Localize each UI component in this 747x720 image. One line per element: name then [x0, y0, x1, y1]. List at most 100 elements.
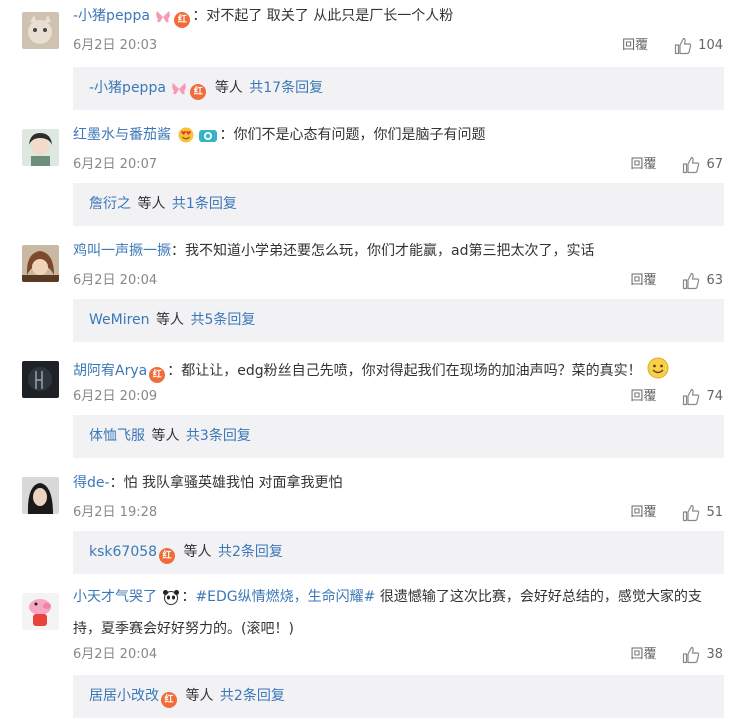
avatar[interactable] — [22, 477, 59, 514]
comment-text: ：对不起了 取关了 从此只是厂长一个人粉 — [192, 8, 454, 24]
comment-text: ：怕 我队拿骚英雄我怕 对面拿我更怕 — [109, 475, 343, 491]
like-button[interactable]: 38 — [682, 645, 723, 665]
thumbs-up-icon — [683, 504, 700, 522]
view-replies-link[interactable]: 共3条回复 — [186, 428, 251, 444]
thumbs-up-icon — [683, 156, 700, 174]
reply-user-link[interactable]: 居居小改改 — [89, 688, 159, 704]
avatar[interactable] — [22, 361, 59, 398]
comment-date: 6月2日 20:04 — [73, 647, 158, 662]
reply-summary[interactable]: 詹衍之 等人 共1条回复 — [73, 183, 724, 226]
reply-summary-text: 等人 — [185, 688, 214, 704]
comment-text: ：都让让，edg粉丝自己先喷，你对得起我们在现场的加油声吗？菜的真实！ — [167, 363, 642, 379]
comment-text: ：你们不是心态有问题，你们是脑子有问题 — [219, 127, 486, 143]
reply-summary-text: 等人 — [137, 196, 166, 212]
comment-actions: 回覆 63 — [630, 271, 723, 291]
reply-summary[interactable]: ksk67058 红 等人 共2条回复 — [73, 531, 724, 574]
avatar[interactable] — [22, 129, 59, 166]
reply-user-link[interactable]: 詹衍之 — [89, 196, 131, 212]
like-button[interactable]: 74 — [682, 387, 723, 407]
like-count: 63 — [706, 273, 723, 288]
thumbs-up-icon — [675, 37, 692, 55]
comment-line: 胡阿宥Arya 红：都让让，edg粉丝自己先喷，你对得起我们在现场的加油声吗？菜的… — [73, 357, 727, 385]
comment-item: 鸡叫一声撅一撅：我不知道小学弟还要怎么玩，你们才能赢，ad第三把太次了，实话 6… — [0, 235, 747, 351]
comment-line: 得de-：怕 我队拿骚英雄我怕 对面拿我更怕 — [73, 473, 727, 493]
comment-date: 6月2日 19:28 — [73, 505, 158, 520]
comment-text: ：我不知道小学弟还要怎么玩，你们才能赢，ad第三把太次了，实话 — [171, 243, 595, 259]
red-v-badge-icon: 红 — [149, 367, 166, 383]
comment-actions: 回覆 104 — [622, 36, 723, 56]
butterfly-icon — [171, 71, 187, 114]
thumbs-up-icon — [683, 388, 700, 406]
comment-line: 红墨水与番茄酱 ：你们不是心态有问题，你们是脑子有问题 — [73, 125, 727, 149]
red-v-badge-icon: 红 — [161, 692, 177, 708]
comment-line: -小猪peppa 红：对不起了 取关了 从此只是厂长一个人粉 — [73, 6, 727, 30]
comment-text-prefix: ： — [181, 589, 196, 605]
avatar[interactable] — [22, 245, 59, 282]
comment-item: 胡阿宥Arya 红：都让让，edg粉丝自己先喷，你对得起我们在现场的加油声吗？菜的… — [0, 351, 747, 467]
username-link[interactable]: 红墨水与番茄酱 — [73, 127, 171, 143]
panda-icon — [162, 587, 180, 615]
username-link[interactable]: -小猪peppa — [73, 8, 150, 24]
reply-button[interactable]: 回覆 — [630, 503, 656, 523]
camera-icon — [198, 127, 218, 149]
comment-item: -小猪peppa 红：对不起了 取关了 从此只是厂长一个人粉 6月2日 20:0… — [0, 0, 747, 116]
like-count: 67 — [706, 157, 723, 172]
avatar[interactable] — [22, 12, 59, 49]
comment-date: 6月2日 20:03 — [73, 38, 158, 53]
view-replies-link[interactable]: 共2条回复 — [220, 688, 285, 704]
like-button[interactable]: 104 — [674, 36, 723, 56]
view-replies-link[interactable]: 共1条回复 — [172, 196, 237, 212]
reply-button[interactable]: 回覆 — [630, 387, 656, 407]
reply-summary[interactable]: 体恤飞服 等人 共3条回复 — [73, 415, 724, 458]
view-replies-link[interactable]: 共5条回复 — [190, 312, 255, 328]
username-link[interactable]: 鸡叫一声撅一撅 — [73, 243, 171, 259]
reply-summary-text: 等人 — [214, 80, 243, 96]
butterfly-icon — [155, 10, 171, 30]
reply-summary[interactable]: WeMiren 等人 共5条回复 — [73, 299, 724, 342]
like-button[interactable]: 67 — [682, 155, 723, 175]
comment-actions: 回覆 38 — [630, 645, 723, 665]
hashtag-link[interactable]: #EDG纵情燃烧，生命闪耀# — [195, 589, 375, 605]
smile-emoji-icon — [647, 357, 669, 385]
comment-actions: 回覆 67 — [630, 155, 723, 175]
comment-item: 红墨水与番茄酱 ：你们不是心态有问题，你们是脑子有问题 6月2日 20:07 回… — [0, 119, 747, 235]
like-count: 38 — [706, 647, 723, 662]
reply-user-link[interactable]: -小猪peppa — [89, 80, 166, 96]
view-replies-link[interactable]: 共17条回复 — [249, 80, 323, 96]
view-replies-link[interactable]: 共2条回复 — [218, 544, 283, 560]
reply-user-link[interactable]: WeMiren — [89, 312, 150, 328]
username-link[interactable]: 小天才气哭了 — [73, 589, 157, 605]
red-v-badge-icon: 红 — [159, 548, 176, 564]
username-link[interactable]: 胡阿宥Arya — [73, 363, 147, 379]
reply-user-link[interactable]: 体恤飞服 — [89, 428, 145, 444]
comment-date: 6月2日 20:04 — [73, 273, 158, 288]
like-button[interactable]: 51 — [682, 503, 723, 523]
reply-button[interactable]: 回覆 — [622, 36, 648, 56]
red-v-badge-icon: 红 — [190, 84, 207, 100]
avatar[interactable] — [22, 593, 59, 630]
thumbs-up-icon — [683, 646, 700, 664]
reply-summary[interactable]: 居居小改改红 等人 共2条回复 — [73, 675, 724, 718]
comment-date: 6月2日 20:07 — [73, 157, 158, 172]
comment-item: 得de-：怕 我队拿骚英雄我怕 对面拿我更怕 6月2日 19:28 回覆 51 … — [0, 467, 747, 583]
reply-summary-text: 等人 — [183, 544, 212, 560]
heart-eyes-emoji-icon — [176, 125, 196, 149]
like-count: 104 — [698, 38, 723, 53]
reply-summary[interactable]: -小猪peppa 红 等人 共17条回复 — [73, 67, 724, 110]
thumbs-up-icon — [683, 272, 700, 290]
like-count: 51 — [706, 505, 723, 520]
red-v-badge-icon: 红 — [174, 12, 191, 28]
reply-button[interactable]: 回覆 — [630, 271, 656, 291]
comment-actions: 回覆 74 — [630, 387, 723, 407]
username-link[interactable]: 得de- — [73, 475, 110, 491]
comment-actions: 回覆 51 — [630, 503, 723, 523]
reply-button[interactable]: 回覆 — [630, 645, 656, 665]
comment-item: 小天才气哭了 ：#EDG纵情燃烧，生命闪耀# 很遗憾输了这次比赛，会好好总结的，… — [0, 583, 747, 720]
reply-summary-text: 等人 — [151, 428, 180, 444]
reply-user-link[interactable]: ksk67058 — [89, 544, 157, 560]
comment-line: 鸡叫一声撅一撅：我不知道小学弟还要怎么玩，你们才能赢，ad第三把太次了，实话 — [73, 241, 727, 261]
like-button[interactable]: 63 — [682, 271, 723, 291]
comment-line: 小天才气哭了 ：#EDG纵情燃烧，生命闪耀# 很遗憾输了这次比赛，会好好总结的，… — [73, 583, 719, 643]
reply-button[interactable]: 回覆 — [630, 155, 656, 175]
comment-date: 6月2日 20:09 — [73, 389, 158, 404]
